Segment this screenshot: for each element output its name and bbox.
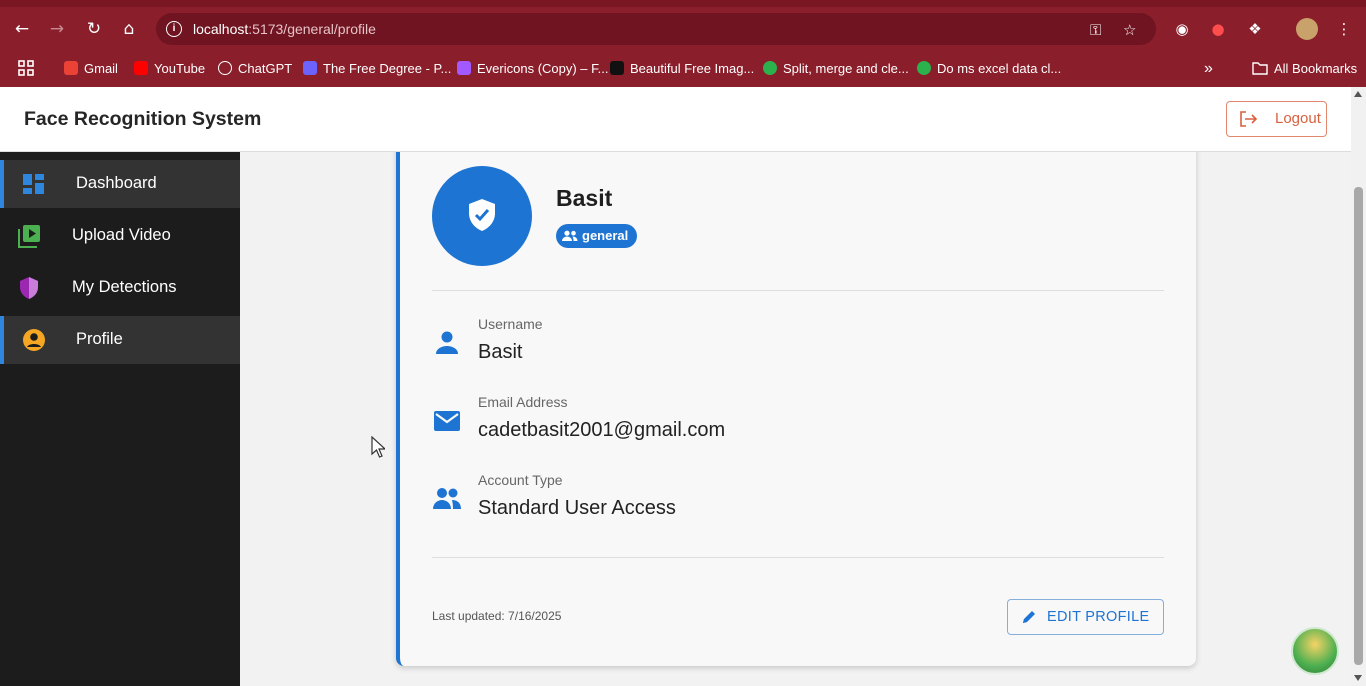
username-label: Username — [478, 316, 543, 332]
sidebar-item-my-detections[interactable]: My Detections — [0, 264, 240, 312]
youtube-icon — [134, 61, 148, 75]
group-icon — [562, 230, 578, 241]
sidebar-item-label: Profile — [76, 330, 123, 348]
bookmark-excel-data[interactable]: Do ms excel data cl... — [917, 59, 1061, 79]
browser-menu-icon[interactable]: ⋮ — [1333, 18, 1355, 40]
sidebar: Dashboard Upload Video My Detections Pro… — [0, 152, 240, 686]
role-chip: general — [556, 224, 638, 248]
edit-profile-label: EDIT PROFILE — [1047, 609, 1150, 625]
app-title: Face Recognition System — [24, 108, 262, 130]
sidebar-item-label: Dashboard — [76, 174, 157, 192]
divider — [432, 290, 1164, 291]
floating-extension-badge-icon[interactable] — [1291, 627, 1339, 675]
extensions-puzzle-icon[interactable]: ❖ — [1244, 18, 1266, 40]
red-extension-icon[interactable]: ● — [1207, 18, 1229, 40]
address-bar[interactable]: i localhost:5173/general/profile ⚿ ☆ — [156, 13, 1156, 45]
scrollbar-thumb[interactable] — [1354, 187, 1363, 665]
page-scrollbar[interactable] — [1351, 87, 1366, 686]
back-icon[interactable]: ← — [10, 17, 34, 41]
bookmark-chatgpt[interactable]: ChatGPT — [218, 59, 292, 79]
gmail-icon — [64, 61, 78, 75]
scroll-up-arrow-icon[interactable] — [1354, 91, 1362, 97]
group-icon — [433, 488, 461, 509]
apps-grid-icon[interactable] — [18, 59, 34, 79]
pencil-icon — [1023, 611, 1035, 623]
free-degree-icon — [303, 61, 317, 75]
fiverr-icon — [917, 61, 931, 75]
bookmark-free-degree[interactable]: The Free Degree - P... — [303, 59, 451, 79]
profile-name: Basit — [556, 185, 613, 211]
sidebar-item-upload-video[interactable]: Upload Video — [0, 212, 240, 260]
logout-button[interactable]: Logout — [1226, 101, 1327, 137]
verified-shield-icon — [469, 199, 495, 231]
all-bookmarks-button[interactable]: All Bookmarks — [1252, 59, 1357, 79]
reload-icon[interactable]: ↻ — [82, 17, 106, 41]
account-type-label: Account Type — [478, 472, 563, 488]
account-circle-icon — [23, 329, 45, 351]
bookmarks-bar: Gmail YouTube ChatGPT The Free Degree - … — [0, 52, 1366, 87]
shield-icon — [20, 277, 38, 299]
sidebar-item-label: My Detections — [72, 278, 177, 296]
profile-card: Basit general Username Basit Email Addre… — [396, 152, 1196, 666]
bookmark-evericons[interactable]: Evericons (Copy) – F... — [457, 59, 609, 79]
logout-icon — [1240, 111, 1257, 127]
edit-profile-button[interactable]: EDIT PROFILE — [1007, 599, 1164, 635]
camera-extension-icon[interactable]: ◉ — [1171, 18, 1193, 40]
role-label: general — [582, 228, 629, 243]
tab-strip — [0, 0, 1366, 7]
scroll-down-arrow-icon[interactable] — [1354, 675, 1362, 681]
browser-toolbar: ← → ↻ ⌂ i localhost:5173/general/profile… — [0, 0, 1366, 52]
bookmark-split-merge[interactable]: Split, merge and cle... — [763, 59, 909, 79]
sidebar-item-profile[interactable]: Profile — [0, 316, 240, 364]
profile-avatar-icon[interactable] — [1296, 18, 1318, 40]
account-type-value: Standard User Access — [478, 497, 676, 519]
bookmark-star-icon[interactable]: ☆ — [1123, 21, 1136, 39]
fiverr-icon — [763, 61, 777, 75]
url-text[interactable]: localhost:5173/general/profile — [193, 21, 376, 37]
main-content: Basit general Username Basit Email Addre… — [240, 152, 1351, 686]
app-header: Face Recognition System Logout — [0, 87, 1351, 152]
bookmark-gmail[interactable]: Gmail — [64, 59, 118, 79]
more-bookmarks-button[interactable]: » — [1204, 59, 1213, 79]
sidebar-item-label: Upload Video — [72, 226, 171, 244]
site-info-icon[interactable]: i — [166, 21, 182, 37]
email-value: cadetbasit2001@gmail.com — [478, 419, 726, 441]
person-icon — [436, 331, 458, 354]
dashboard-icon — [23, 174, 44, 194]
mouse-cursor-icon — [371, 436, 385, 458]
figma-icon — [457, 61, 471, 75]
profile-avatar — [432, 166, 532, 266]
chatgpt-icon — [218, 61, 232, 75]
email-label: Email Address — [478, 394, 568, 410]
unsplash-icon — [610, 61, 624, 75]
divider — [432, 557, 1164, 558]
last-updated-text: Last updated: 7/16/2025 — [432, 609, 562, 623]
folder-icon — [1252, 62, 1268, 75]
mail-icon — [434, 411, 460, 431]
password-key-icon[interactable]: ⚿ — [1090, 21, 1101, 39]
sidebar-item-dashboard[interactable]: Dashboard — [0, 160, 240, 208]
username-value: Basit — [478, 341, 523, 363]
home-icon[interactable]: ⌂ — [117, 17, 141, 41]
video-upload-icon — [18, 225, 40, 248]
bookmark-free-images[interactable]: Beautiful Free Imag... — [610, 59, 754, 79]
bookmark-youtube[interactable]: YouTube — [134, 59, 205, 79]
forward-icon[interactable]: → — [45, 17, 69, 41]
logout-label: Logout — [1275, 110, 1321, 127]
